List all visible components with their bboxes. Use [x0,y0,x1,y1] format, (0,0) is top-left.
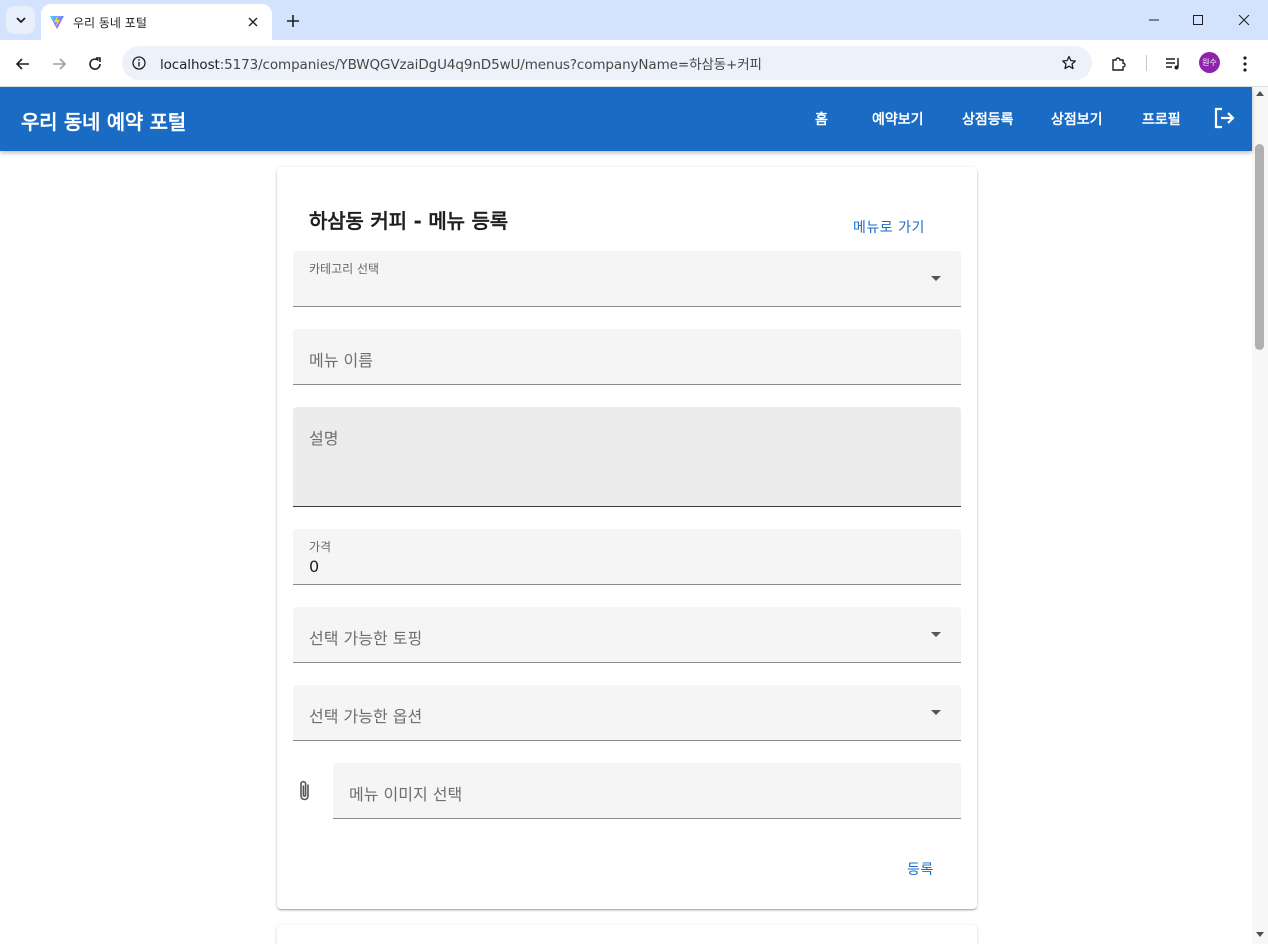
maximize-icon [1193,15,1203,25]
scroll-up-arrow-icon[interactable] [1256,91,1264,96]
app-header: 우리 동네 예약 포털 홈 예약보기 상점등록 상점보기 프로필 [0,87,1252,151]
url-host: localhost [160,57,220,73]
media-controls-button[interactable] [1158,49,1188,79]
playlist-icon [1166,58,1179,70]
tab-close-icon[interactable] [244,13,262,31]
nav-register-store[interactable]: 상점등록 [962,109,1014,129]
url-path: :5173/companies/YBWQGVzaiDgU4q9nD5wU/men… [219,57,762,73]
maximize-button[interactable] [1175,5,1221,35]
close-icon [1238,14,1250,26]
app-title[interactable]: 우리 동네 예약 포털 [21,106,186,135]
scrollbar-thumb[interactable] [1255,144,1264,350]
url-text: localhost:5173/companies/YBWQGVzaiDgU4q9… [160,53,1054,73]
description-field[interactable]: 설명 [293,407,961,507]
chevron-down-icon [15,17,26,24]
nav-reservations[interactable]: 예약보기 [872,109,924,129]
paperclip-icon[interactable] [295,779,315,803]
minimize-icon [1149,19,1159,21]
page-title: 하삼동 커피 - 메뉴 등록 [309,209,508,233]
new-tab-button[interactable] [280,8,306,34]
menu-name-field[interactable]: 메뉴 이름 [293,329,961,385]
options-select[interactable]: 선택 가능한 옵션 [293,685,961,741]
category-select[interactable]: 카테고리 선택 [293,251,961,307]
reload-icon [89,57,101,70]
profile-avatar[interactable]: 원수 [1199,52,1220,73]
nav-view-stores[interactable]: 상점보기 [1051,109,1103,129]
next-card [277,925,977,944]
browser-toolbar: localhost:5173/companies/YBWQGVzaiDgU4q9… [0,40,1268,87]
submit-button[interactable]: 등록 [907,859,934,879]
close-window-button[interactable] [1221,5,1267,35]
main-content: 하삼동 커피 - 메뉴 등록 메뉴로 가기 카테고리 선택 메뉴 이름 설명 가… [0,151,1252,944]
address-bar[interactable]: localhost:5173/companies/YBWQGVzaiDgU4q9… [122,46,1092,80]
price-label: 가격 [309,540,332,554]
image-file-input[interactable]: 메뉴 이미지 선택 [333,763,961,819]
minimize-button[interactable] [1131,5,1177,35]
dropdown-arrow-icon [931,632,941,637]
tab-search-button[interactable] [6,6,35,34]
options-placeholder: 선택 가능한 옵션 [309,707,423,726]
bookmark-star-icon[interactable] [1054,48,1084,78]
plus-icon [287,15,299,27]
toolbar-divider [1146,55,1147,71]
nav-home[interactable]: 홈 [815,109,828,129]
dropdown-arrow-icon [931,276,941,281]
go-to-menu-button[interactable]: 메뉴로 가기 [853,217,925,237]
image-placeholder: 메뉴 이미지 선택 [349,785,463,804]
toppings-placeholder: 선택 가능한 토핑 [309,629,423,648]
price-field[interactable]: 가격 0 [293,529,961,585]
kebab-menu-icon [1243,56,1247,72]
description-placeholder: 설명 [309,429,339,448]
browser-tab-active[interactable]: 우리 동네 포털 [41,4,272,40]
category-label: 카테고리 선택 [309,262,380,276]
extensions-button[interactable] [1104,49,1134,79]
back-button[interactable] [8,49,38,79]
menu-name-placeholder: 메뉴 이름 [309,351,373,370]
vite-favicon-icon [49,14,65,30]
arrow-right-icon [53,58,67,70]
reload-button[interactable] [80,49,110,79]
arrow-left-icon [15,58,29,70]
logout-icon[interactable] [1212,106,1236,130]
toppings-select[interactable]: 선택 가능한 토핑 [293,607,961,663]
forward-button[interactable] [44,49,74,79]
menu-register-card: 하삼동 커피 - 메뉴 등록 메뉴로 가기 카테고리 선택 메뉴 이름 설명 가… [277,167,977,909]
site-info-icon[interactable] [126,50,152,76]
price-value: 0 [309,557,320,576]
tab-title: 우리 동네 포털 [73,15,147,30]
scroll-down-arrow-icon[interactable] [1256,932,1264,937]
browser-menu-button[interactable] [1230,49,1260,79]
nav-profile[interactable]: 프로필 [1142,109,1181,129]
browser-tabstrip: 우리 동네 포털 [0,0,1268,40]
dropdown-arrow-icon [931,710,941,715]
puzzle-icon [1112,57,1126,71]
